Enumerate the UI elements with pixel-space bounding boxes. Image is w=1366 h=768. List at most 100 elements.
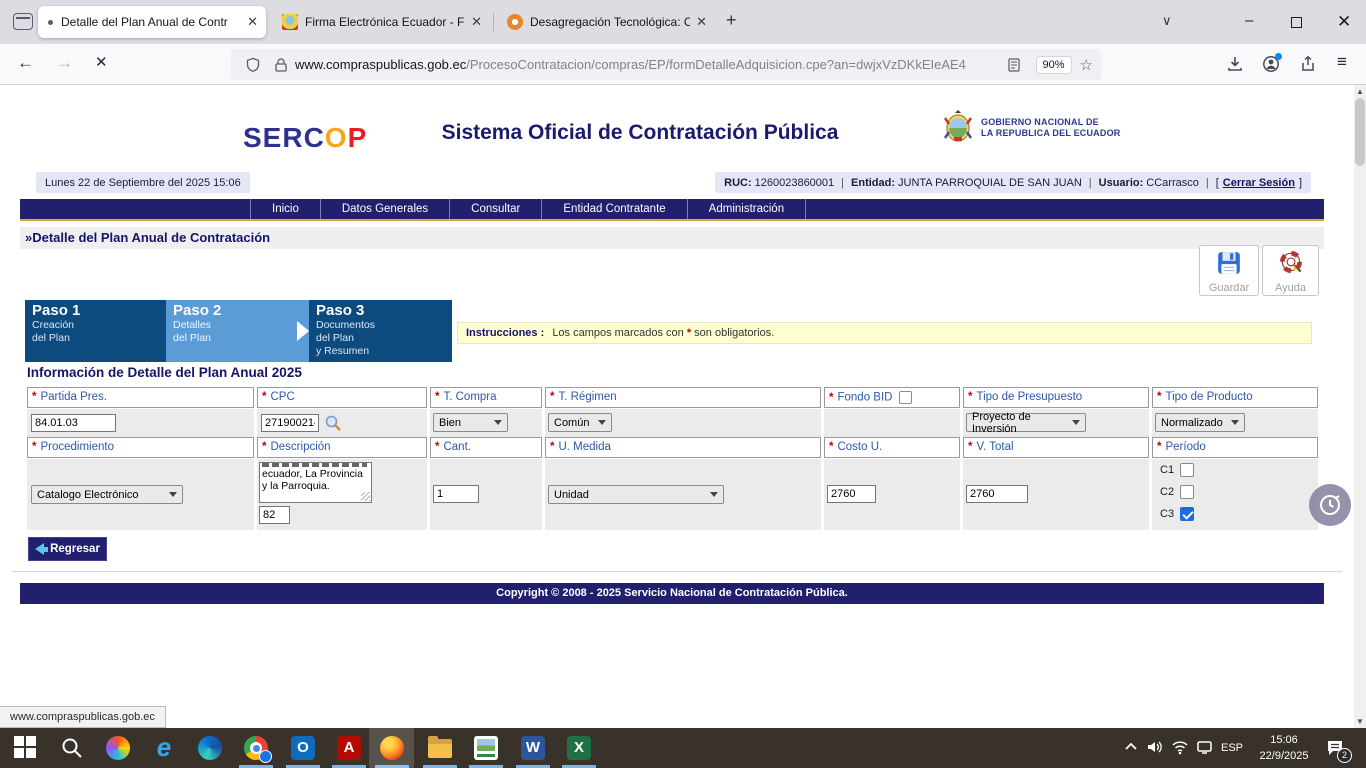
- edge-icon[interactable]: [198, 736, 222, 760]
- partida-pres-input[interactable]: [31, 414, 116, 432]
- cpc-input[interactable]: [261, 414, 319, 432]
- acrobat-icon[interactable]: A: [337, 736, 361, 760]
- tipo-presupuesto-select[interactable]: Proyecto de Inversión: [966, 413, 1086, 432]
- resize-grip[interactable]: [361, 492, 370, 501]
- header-tipo-producto: *Tipo de Producto: [1152, 387, 1318, 408]
- maximize-button[interactable]: [1291, 15, 1302, 32]
- firefox-icon[interactable]: [380, 736, 404, 760]
- tab-desagregacion[interactable]: Desagregación Tecnológica: Cál ✕: [497, 6, 715, 38]
- nav-item-entidad-contratante[interactable]: Entidad Contratante: [542, 199, 687, 219]
- tab-close-icon[interactable]: ✕: [696, 14, 707, 30]
- costo-u-input[interactable]: [827, 485, 876, 503]
- list-tabs-chevron-icon[interactable]: ∨: [1162, 13, 1172, 29]
- procedimiento-select[interactable]: Catalogo Electrónico: [31, 485, 183, 504]
- entity-label: Entidad:: [851, 177, 895, 189]
- header-v-total: *V. Total: [963, 437, 1149, 458]
- descripcion-textarea[interactable]: ecuador, La Provincia y la Parroquia.: [259, 462, 372, 503]
- help-button[interactable]: Ayuda: [1262, 245, 1319, 296]
- search-icon[interactable]: [60, 736, 84, 760]
- periodo-c3-checkbox[interactable]: [1180, 507, 1194, 521]
- start-button-icon[interactable]: [14, 736, 38, 760]
- t-regimen-select[interactable]: Común: [548, 413, 612, 432]
- firefox-view-icon[interactable]: [13, 13, 33, 30]
- form-value-row-2: Catalogo Electrónico ecuador, La Provinc…: [27, 459, 1318, 530]
- excel-icon[interactable]: X: [567, 736, 591, 760]
- logout-link[interactable]: Cerrar Sesión: [1223, 177, 1295, 189]
- url-field[interactable]: www.compraspublicas.gob.ec/ProcesoContra…: [231, 49, 1101, 80]
- tab-close-icon[interactable]: ✕: [247, 14, 258, 30]
- fondo-bid-checkbox[interactable]: [899, 391, 912, 404]
- word-icon[interactable]: W: [521, 736, 545, 760]
- zoom-level-badge[interactable]: 90%: [1036, 56, 1072, 74]
- menu-hamburger-icon[interactable]: ≡: [1337, 52, 1355, 70]
- scroll-up-icon[interactable]: ▲: [1354, 87, 1366, 96]
- periodo-c3-row: C3: [1160, 507, 1194, 521]
- stop-icon[interactable]: ✕: [95, 53, 108, 71]
- browser-urlbar: ← → ✕ www.compraspublicas.gob.ec/Proceso…: [0, 44, 1366, 85]
- internet-explorer-icon[interactable]: e: [152, 736, 176, 760]
- reader-mode-icon[interactable]: [1006, 57, 1022, 73]
- periodo-c2-checkbox[interactable]: [1180, 485, 1194, 499]
- header-t-regimen: *T. Régimen: [545, 387, 821, 408]
- nav-item-consultar[interactable]: Consultar: [450, 199, 542, 219]
- display-icon[interactable]: [1196, 739, 1213, 756]
- screen: Detalle del Plan Anual de Contr ✕ Firma …: [0, 0, 1366, 768]
- main-nav: Inicio Datos Generales Consultar Entidad…: [20, 199, 1324, 219]
- t-compra-select[interactable]: Bien: [433, 413, 508, 432]
- periodo-c1-row: C1: [1160, 463, 1194, 477]
- scrollbar-thumb[interactable]: [1355, 98, 1365, 166]
- volume-icon[interactable]: [1146, 738, 1164, 756]
- tipo-producto-select[interactable]: Normalizado: [1155, 413, 1245, 432]
- entity-value: JUNTA PARROQUIAL DE SAN JUAN: [898, 177, 1082, 189]
- lock-icon[interactable]: [273, 57, 289, 73]
- new-tab-button[interactable]: +: [726, 10, 737, 31]
- nav-item-inicio[interactable]: Inicio: [250, 199, 321, 219]
- ruc-value: 1260023860001: [755, 177, 835, 189]
- share-icon[interactable]: [1299, 55, 1317, 73]
- outlook-icon[interactable]: O: [291, 736, 315, 760]
- tab-title: Desagregación Tecnológica: Cál: [530, 15, 690, 29]
- footer-copyright: Copyright © 2008 - 2025 Servicio Naciona…: [20, 583, 1324, 604]
- bookmark-star-icon[interactable]: ☆: [1080, 56, 1093, 74]
- tab-detalle-plan[interactable]: Detalle del Plan Anual de Contr ✕: [38, 6, 266, 38]
- cantidad-input[interactable]: [433, 485, 479, 503]
- nav-item-administracion[interactable]: Administración: [688, 199, 806, 219]
- tray-chevron-icon[interactable]: [1124, 740, 1138, 754]
- v-total-input[interactable]: [966, 485, 1028, 503]
- step-3[interactable]: Paso 3 Documentos del Plan y Resumen: [309, 300, 452, 362]
- step-arrow-icon: [297, 321, 309, 341]
- account-icon[interactable]: [1262, 55, 1280, 73]
- shield-icon[interactable]: [245, 57, 261, 73]
- account-notification-dot: [1275, 53, 1282, 60]
- download-icon[interactable]: [1226, 55, 1244, 73]
- clipped-text-line: [262, 463, 367, 467]
- language-indicator[interactable]: ESP: [1221, 728, 1243, 768]
- forward-icon[interactable]: →: [56, 53, 73, 73]
- browser-tabbar: Detalle del Plan Anual de Contr ✕ Firma …: [0, 0, 1366, 44]
- floating-timer-widget[interactable]: [1309, 484, 1351, 526]
- copilot-icon[interactable]: [106, 736, 130, 760]
- site-title: Sistema Oficial de Contratación Pública: [330, 121, 950, 145]
- periodo-c1-checkbox[interactable]: [1180, 463, 1194, 477]
- section-title: Información de Detalle del Plan Anual 20…: [27, 365, 302, 380]
- vertical-scrollbar[interactable]: ▲ ▼: [1354, 85, 1366, 728]
- tab-firma-electronica[interactable]: Firma Electrónica Ecuador - Firm ✕: [272, 6, 490, 38]
- u-medida-select[interactable]: Unidad: [548, 485, 724, 504]
- back-button[interactable]: Regresar: [28, 537, 107, 561]
- minimize-button[interactable]: –: [1245, 12, 1253, 29]
- file-explorer-icon[interactable]: [428, 739, 452, 758]
- scroll-down-icon[interactable]: ▼: [1354, 717, 1366, 726]
- nav-item-datos-generales[interactable]: Datos Generales: [321, 199, 450, 219]
- tab-close-icon[interactable]: ✕: [471, 14, 482, 30]
- back-icon[interactable]: ←: [17, 53, 34, 73]
- taskbar-clock[interactable]: 15:06 22/9/2025: [1252, 732, 1316, 764]
- picture-manager-icon[interactable]: [474, 736, 498, 760]
- cpc-search-icon[interactable]: [324, 414, 342, 432]
- wifi-icon[interactable]: [1171, 738, 1189, 756]
- close-button[interactable]: ✕: [1337, 12, 1351, 32]
- step-2-active[interactable]: Paso 2 Detalles del Plan: [166, 300, 309, 362]
- step-1[interactable]: Paso 1 Creación del Plan: [25, 300, 166, 362]
- chrome-icon[interactable]: [244, 736, 268, 760]
- save-button[interactable]: Guardar: [1199, 245, 1259, 296]
- descripcion-aux-input[interactable]: [259, 506, 290, 524]
